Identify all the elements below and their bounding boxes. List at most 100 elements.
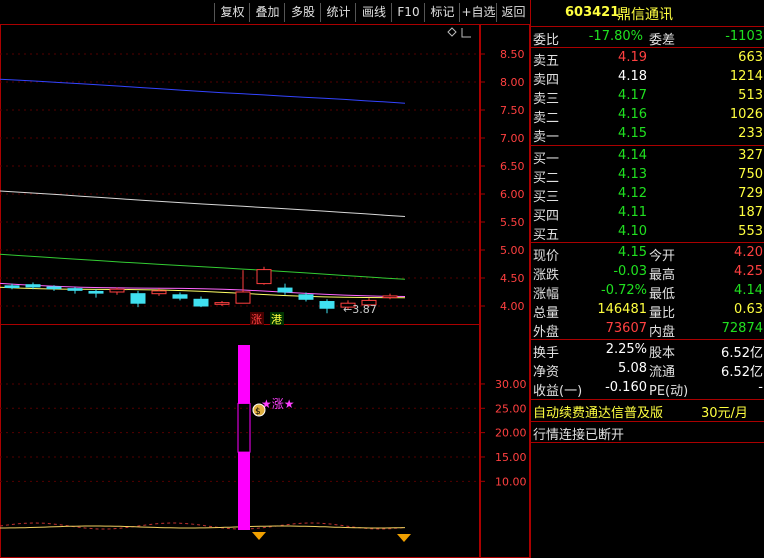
stat-label: 外盘 [533,325,560,340]
stat-value: 4.15 [618,245,647,260]
bid-price: 4.12 [618,186,647,201]
spike-bar[interactable] [238,345,250,404]
candle-body[interactable] [46,286,62,290]
bid-label: 买三 [533,190,560,205]
candle-body[interactable] [298,294,314,300]
quote-panel: 603421 鼎信通讯 委比 -17.80% 委差 -1103 卖五 4.19 66… [530,0,764,558]
fund-value: 6.52亿 [721,346,763,361]
ask-row: 卖二 4.16 1026 [531,106,764,126]
divider [531,399,764,400]
fund-row: 收益(一) -0.160 PE(动) - [531,379,764,399]
coin-symbol: $ [255,407,261,417]
toolbar-button[interactable]: F10 [391,3,425,22]
gem-icon [397,534,411,542]
marker-gang[interactable]: 港 [271,313,282,326]
moving-average-lines [0,78,406,299]
stat-row: 外盘 73607 内盘 72874 [531,320,764,340]
bid-label: 买一 [533,152,560,167]
toolbar-button[interactable]: 标记 [424,3,460,22]
expand-icon[interactable] [461,28,471,38]
candle-body[interactable] [235,291,251,304]
stat-value: 72874 [721,321,763,336]
kline-grid [0,53,480,307]
toolbar-button[interactable]: 画线 [355,3,392,22]
candle-body[interactable] [193,298,209,307]
stat-label: 现价 [533,249,560,264]
spike-annotation: ★涨★ [261,396,295,411]
candle-body[interactable] [109,288,125,293]
candle-body[interactable] [130,293,146,304]
candle-body[interactable] [277,287,293,293]
fund-label: 收益(一) [533,384,583,399]
stat-value: 4.14 [734,283,763,298]
stat-label: 最高 [649,268,676,283]
toolbar-button[interactable]: 复权 [214,3,250,22]
toolbar-button[interactable]: 叠加 [249,3,285,22]
spike-bar[interactable] [238,452,250,530]
candle-body[interactable] [4,285,20,289]
ask-label: 卖五 [533,54,560,69]
indicator-tick-label: 20.00 [495,427,527,440]
ask-row: 卖一 4.15 233 [531,125,764,145]
kline-frame [0,24,480,325]
stock-header: 603421 鼎信通讯 [531,4,764,23]
bid-price: 4.10 [618,224,647,239]
indicator-lines [0,522,406,530]
toolbar-button[interactable]: 返回 [496,3,530,22]
toolbar-button[interactable]: 多股 [284,3,321,22]
weicha-value: -1103 [725,29,763,44]
fund-label: 净资 [533,365,560,380]
fund-label: 换手 [533,346,560,361]
candle-body[interactable] [67,288,83,291]
candle-body[interactable] [172,294,188,299]
fund-value: -0.160 [605,380,647,395]
promo-text[interactable]: 自动续费通达信普及版 [533,402,663,421]
stat-label: 总量 [533,306,560,321]
stat-label: 内盘 [649,325,676,340]
price-tick-label: 8.50 [500,48,525,61]
ask-price: 4.15 [618,126,647,141]
candle-body[interactable] [214,302,230,305]
price-tick-label: 6.00 [500,188,525,201]
ask-price: 4.18 [618,69,647,84]
toolbar-button[interactable]: 统计 [320,3,356,22]
candle-body[interactable] [319,301,335,309]
fund-label: 股本 [649,346,676,361]
fund-row: 换手 2.25% 股本 6.52亿 [531,341,764,361]
weibi-value: -17.80% [588,29,643,44]
divider [531,242,764,243]
bid-row: 买四 4.11 187 [531,204,764,224]
candle-body[interactable] [151,290,167,295]
candlesticks[interactable] [4,266,398,314]
candle-body[interactable] [382,295,398,299]
ask-row: 卖四 4.18 1214 [531,68,764,88]
candle-body[interactable] [88,290,104,294]
candle-body[interactable] [256,269,272,285]
toolbar-button[interactable]: +自选 [459,3,497,22]
indicator-tick-label: 15.00 [495,451,527,464]
ma-line [0,282,406,297]
fund-value: - [758,380,763,395]
chart-area[interactable]: 8.50 8.00 7.50 7.00 6.50 6.00 5.50 5.00 4.50 4.00… [0,0,530,558]
indicator-spike[interactable] [237,345,251,530]
stat-row: 现价 4.15 今开 4.20 [531,244,764,264]
promo-price[interactable]: 30元/月 [701,402,748,421]
candle-body[interactable] [25,284,41,288]
diamond-icon[interactable] [447,27,457,37]
fund-row: 净资 5.08 流通 6.52亿 [531,360,764,380]
marker-zhang[interactable]: 涨 [251,313,262,326]
bid-label: 买二 [533,171,560,186]
divider [531,339,764,340]
stat-value: 4.20 [734,245,763,260]
price-tick-label: 5.00 [500,244,525,257]
ask-volume: 513 [738,88,763,103]
bid-price: 4.13 [618,167,647,182]
ask-price: 4.19 [618,50,647,65]
stat-row: 涨幅 -0.72% 最低 4.14 [531,282,764,302]
indicator-line [0,525,406,529]
divider [531,421,764,422]
promo-row[interactable]: 自动续费通达信普及版 30元/月 [531,401,764,421]
indicator-tick-label: 10.00 [495,475,527,488]
divider [531,442,764,443]
indicator-axis: 30.00 25.00 20.00 15.00 10.00 [480,378,527,488]
